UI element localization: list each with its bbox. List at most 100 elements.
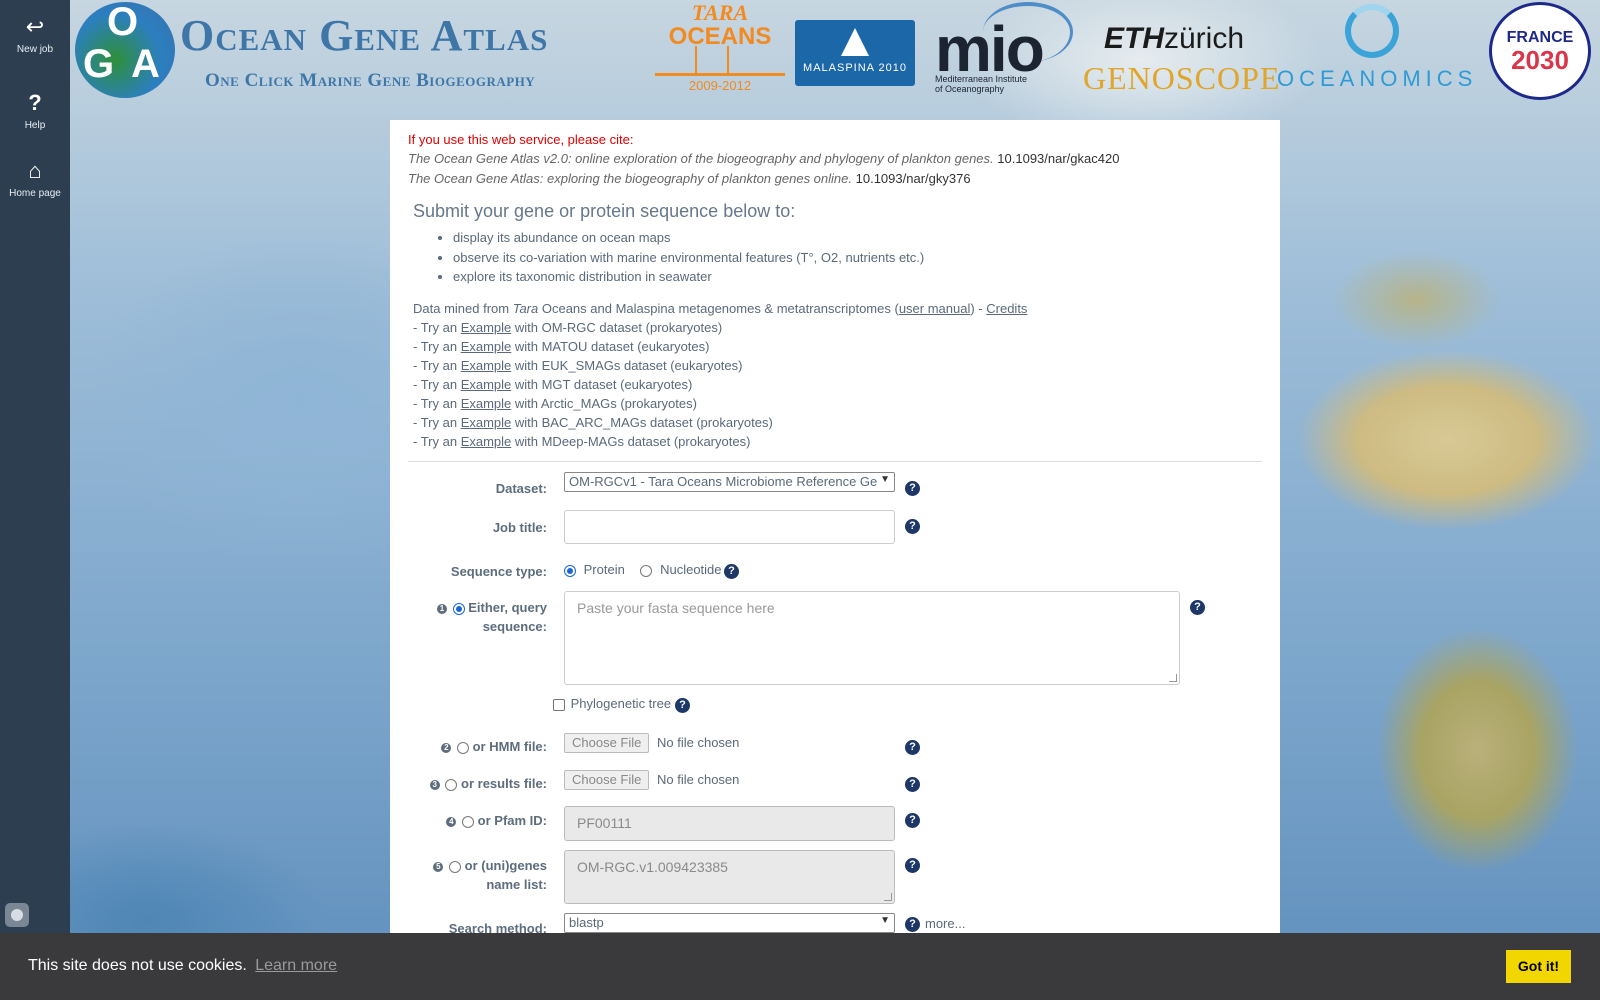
- results-choose-file-button[interactable]: Choose File: [564, 770, 650, 790]
- step-number: 3: [429, 779, 440, 790]
- mio-logo[interactable]: mio Mediterranean Institute of Oceanogra…: [933, 2, 1077, 98]
- example-line: - Try an Example with MATOU dataset (euk…: [413, 337, 1262, 356]
- genes-list-textarea[interactable]: OM-RGC.v1.009423385: [564, 850, 895, 904]
- label-text: or (uni)genes: [464, 858, 547, 873]
- oceanomics-logo[interactable]: OCEANOMICS: [1277, 0, 1478, 100]
- mio-logo-line: Mediterranean Institute: [935, 74, 1028, 84]
- genes-list-label: 5 or (uni)genes name list:: [407, 856, 547, 894]
- eth-zurich-logo[interactable]: ETHzürich: [1104, 22, 1244, 56]
- hmm-file-status: No file chosen: [657, 735, 740, 750]
- example-link[interactable]: Example: [461, 358, 512, 373]
- sidebar-item-new-job[interactable]: ↩ New job: [0, 14, 70, 56]
- job-title-label: Job title:: [492, 520, 547, 535]
- sequence-type-label: Sequence type:: [450, 564, 547, 579]
- label-text: or results file:: [461, 776, 547, 791]
- more-link[interactable]: more...: [925, 916, 965, 931]
- malaspina-logo[interactable]: MALASPINA 2010: [795, 20, 915, 86]
- logo-letter: O: [107, 2, 139, 44]
- example-link[interactable]: Example: [461, 415, 512, 430]
- france-logo-year: 2030: [1511, 45, 1569, 75]
- citation-doi: 10.1093/nar/gky376: [855, 171, 971, 186]
- job-title-input[interactable]: [564, 510, 895, 544]
- list-item: observe its co-variation with marine env…: [453, 248, 1262, 268]
- pfam-id-radio[interactable]: [462, 815, 475, 828]
- static-text: with OM-RGC dataset (prokaryotes): [511, 319, 723, 335]
- citation-title: The Ocean Gene Atlas v2.0: online explor…: [408, 151, 994, 166]
- pfam-id-label: 4 or Pfam ID:: [407, 811, 547, 830]
- static-text: Tara: [512, 300, 539, 316]
- got-it-button[interactable]: Got it!: [1506, 950, 1571, 983]
- results-file-label: 3 or results file:: [407, 774, 547, 793]
- genoscope-logo[interactable]: GENOSCOPE: [1083, 60, 1280, 97]
- example-link[interactable]: Example: [461, 320, 512, 335]
- help-icon[interactable]: ?: [905, 519, 920, 534]
- logo-letter: G: [83, 42, 115, 86]
- left-sidebar: ↩ New job ? Help ⌂ Home page: [0, 0, 70, 1000]
- cookie-message-line: This site does not use cookies. Learn mo…: [28, 957, 337, 975]
- hmm-file-radio[interactable]: [456, 741, 469, 754]
- static-text: - Try an: [413, 395, 461, 411]
- static-text: - Try an: [413, 357, 461, 373]
- query-sequence-radio[interactable]: [452, 602, 465, 615]
- oceanomics-logo-text: OCEANOMICS: [1277, 66, 1478, 91]
- static-text: with Arctic_MAGs (prokaryotes): [511, 395, 697, 411]
- query-sequence-textarea[interactable]: Paste your fasta sequence here: [564, 591, 1180, 685]
- tara-logo-text: OCEANS: [668, 23, 772, 50]
- search-method-select[interactable]: blastp ▼: [564, 913, 895, 933]
- france-2030-logo[interactable]: FRANCE 2030: [1489, 2, 1591, 100]
- main-panel: If you use this web service, please cite…: [390, 120, 1280, 1000]
- help-icon[interactable]: ?: [905, 777, 920, 792]
- help-icon[interactable]: ?: [905, 740, 920, 755]
- results-file-radio[interactable]: [445, 778, 458, 791]
- list-item: display its abundance on ocean maps: [453, 228, 1262, 248]
- help-icon[interactable]: ?: [905, 813, 920, 828]
- feature-list: display its abundance on ocean maps obse…: [408, 228, 1262, 287]
- genes-list-radio[interactable]: [449, 860, 462, 873]
- help-icon[interactable]: ?: [905, 917, 920, 932]
- nucleotide-label: Nucleotide: [660, 562, 722, 577]
- static-text: with MDeep-MAGs dataset (prokaryotes): [511, 433, 751, 449]
- protein-radio[interactable]: [564, 564, 576, 577]
- example-link[interactable]: Example: [461, 339, 512, 354]
- chevron-down-icon: ▼: [880, 915, 890, 926]
- undo-arrow-icon: ↩: [25, 14, 45, 39]
- mio-logo-line: of Oceanography: [935, 84, 1005, 94]
- label-text: sequence:: [482, 619, 547, 634]
- sidebar-item-help[interactable]: ? Help: [0, 92, 70, 132]
- example-link[interactable]: Example: [461, 434, 512, 449]
- sidebar-item-home-page[interactable]: ⌂ Home page: [0, 158, 70, 200]
- chat-icon[interactable]: [5, 903, 29, 927]
- home-icon: ⌂: [28, 158, 42, 183]
- help-icon[interactable]: ?: [905, 481, 920, 496]
- site-title: Ocean Gene Atlas: [180, 11, 549, 60]
- credits-link[interactable]: Credits: [986, 301, 1027, 316]
- tara-oceans-logo[interactable]: TARA OCEANS 2009-2012: [653, 0, 787, 106]
- pfam-id-input[interactable]: PF00111: [564, 806, 895, 841]
- dataset-select[interactable]: OM-RGCv1 - Tara Oceans Microbiome Refere…: [564, 472, 895, 492]
- example-link[interactable]: Example: [461, 377, 512, 392]
- chevron-down-icon: ▼: [880, 474, 890, 485]
- oga-logo[interactable]: O G A: [75, 2, 175, 98]
- example-link[interactable]: Example: [461, 396, 512, 411]
- static-text: with BAC_ARC_MAGs dataset (prokaryotes): [511, 414, 773, 430]
- resize-grip-icon[interactable]: [1169, 674, 1177, 682]
- logo-letter: A: [131, 42, 160, 86]
- learn-more-link[interactable]: Learn more: [255, 957, 337, 974]
- help-icon[interactable]: ?: [905, 858, 920, 873]
- help-icon[interactable]: ?: [724, 564, 739, 579]
- data-sources: Data mined from Tara Oceans and Malaspin…: [413, 299, 1262, 451]
- resize-grip-icon[interactable]: [884, 893, 892, 901]
- static-text: ) -: [970, 300, 987, 316]
- user-manual-link[interactable]: user manual: [899, 301, 971, 316]
- help-icon[interactable]: ?: [1190, 600, 1205, 615]
- example-line: - Try an Example with BAC_ARC_MAGs datas…: [413, 413, 1262, 432]
- nucleotide-radio[interactable]: [640, 564, 653, 577]
- hmm-choose-file-button[interactable]: Choose File: [564, 733, 650, 753]
- static-text: - Try an: [413, 414, 461, 430]
- sidebar-item-label: Home page: [9, 188, 61, 199]
- static-text: with MGT dataset (eukaryotes): [511, 376, 693, 392]
- phylogenetic-tree-checkbox[interactable]: [553, 698, 565, 711]
- static-text: - Try an: [413, 338, 461, 354]
- search-method-selected-value: blastp: [569, 915, 604, 930]
- help-icon[interactable]: ?: [675, 698, 690, 713]
